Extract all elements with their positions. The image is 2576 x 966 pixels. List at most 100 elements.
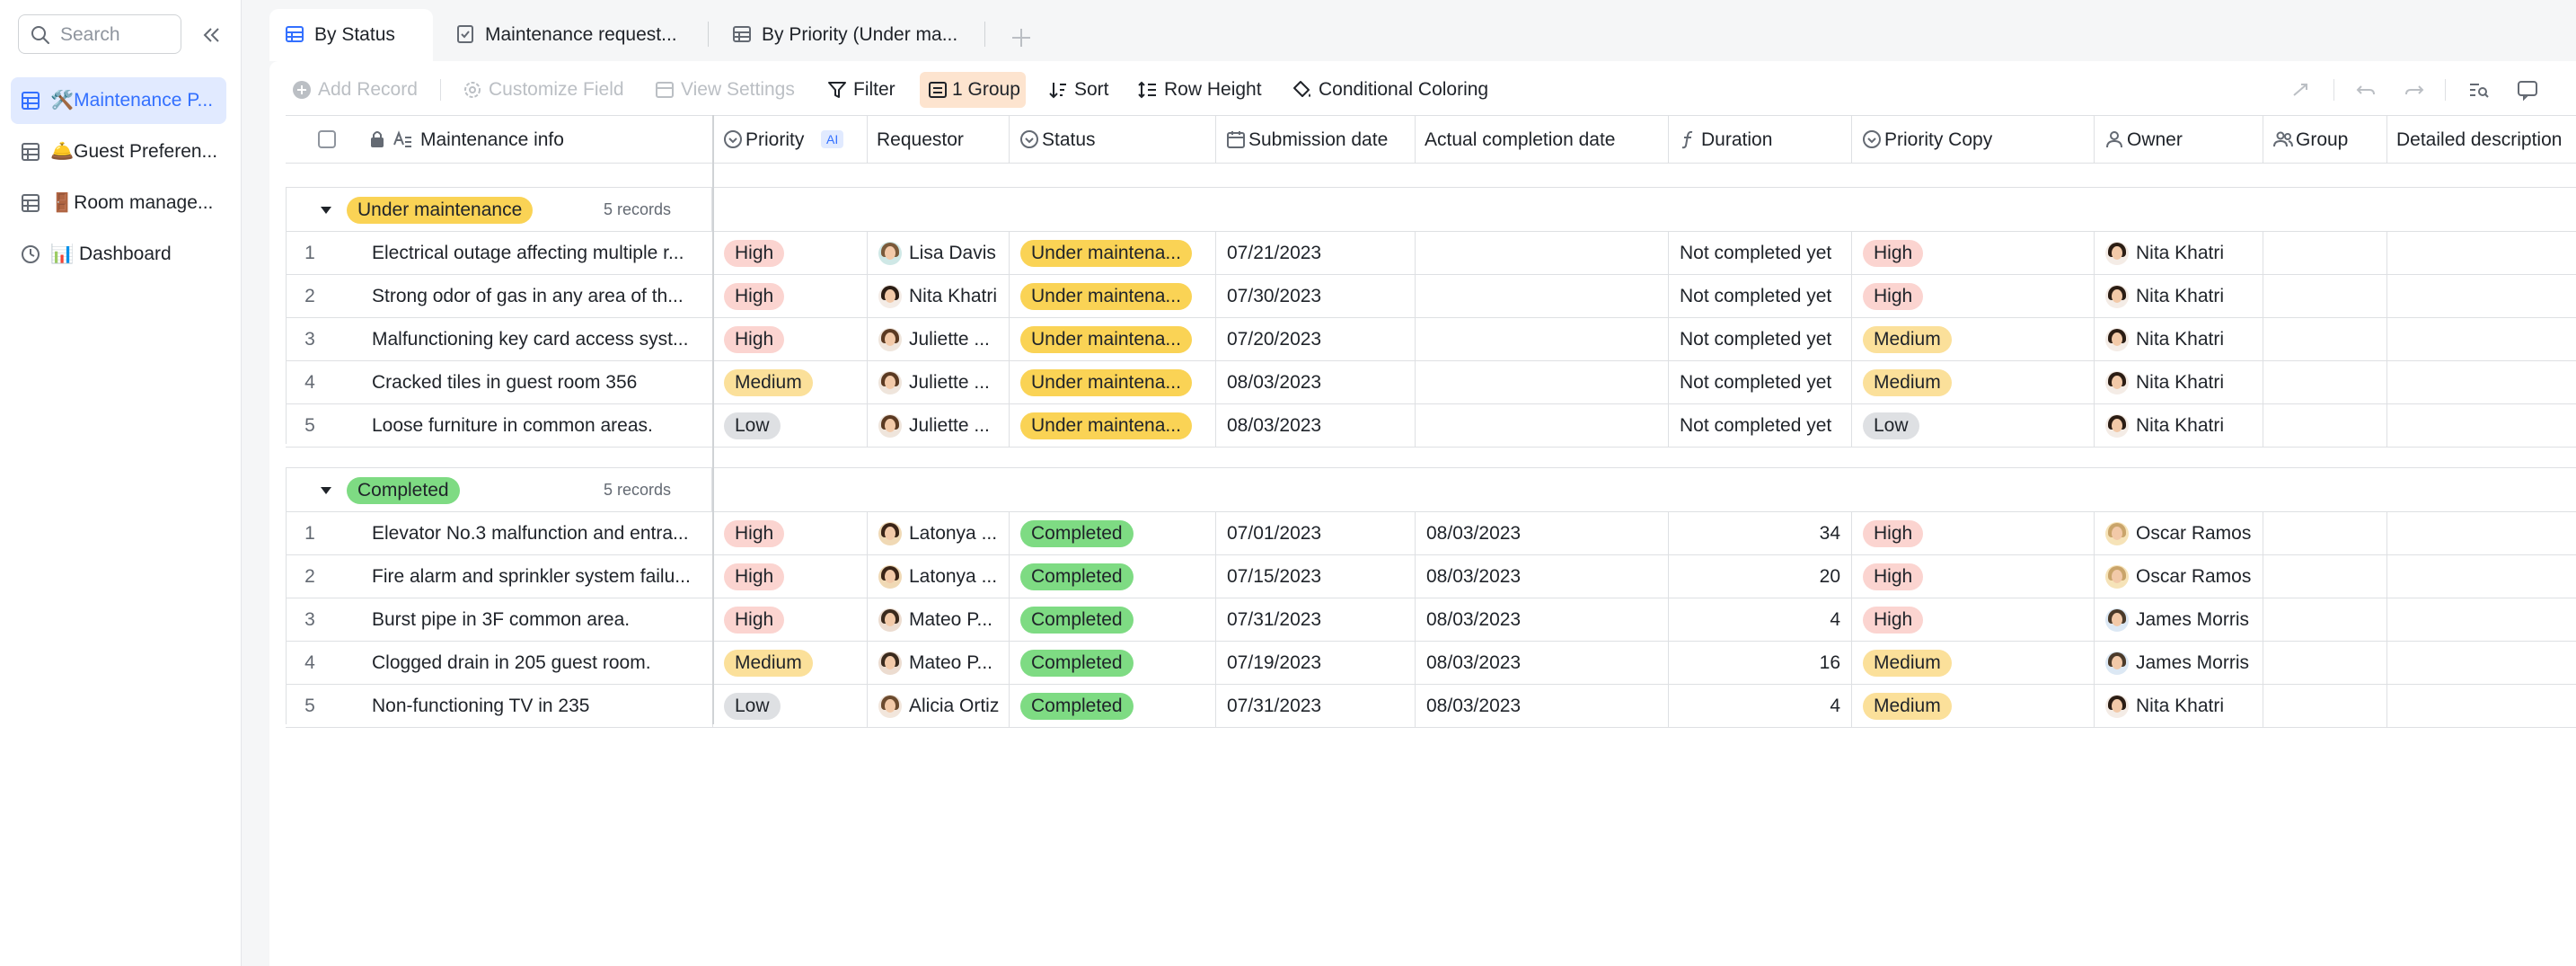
cell-status[interactable]: Under maintena... — [1010, 318, 1216, 360]
cell-info[interactable]: 5 Loose furniture in common areas. — [286, 404, 713, 447]
cell-group[interactable] — [2263, 232, 2387, 274]
cell-submission[interactable]: 07/31/2023 — [1216, 685, 1416, 727]
sidebar-item-guest-preferences[interactable]: 🛎️Guest Preferen... — [11, 129, 226, 175]
column-header-group[interactable]: Group — [2263, 116, 2387, 163]
cell-info[interactable]: 4 Cracked tiles in guest room 356 — [286, 361, 713, 403]
view-settings-button[interactable]: View Settings — [654, 72, 807, 108]
cell-requestor[interactable]: Mateo P... — [868, 642, 1010, 684]
cell-priority[interactable]: High — [713, 318, 868, 360]
cell-requestor[interactable]: Nita Khatri — [868, 275, 1010, 317]
cell-actual[interactable] — [1416, 361, 1669, 403]
add-record-button[interactable]: Add Record — [291, 72, 426, 108]
cell-detailed[interactable] — [2387, 232, 2576, 274]
cell-actual[interactable]: 08/03/2023 — [1416, 598, 1669, 641]
column-header-submission-date[interactable]: Submission date — [1216, 116, 1416, 163]
cell-priority-copy[interactable]: High — [1852, 512, 2095, 554]
column-header-duration[interactable]: Duration — [1669, 116, 1852, 163]
table-row[interactable]: 2 Strong odor of gas in any area of th...… — [286, 275, 2576, 318]
cell-actual[interactable] — [1416, 232, 1669, 274]
conditional-coloring-button[interactable]: Conditional Coloring — [1292, 72, 1498, 108]
cell-priority-copy[interactable]: High — [1852, 275, 2095, 317]
cell-group[interactable] — [2263, 642, 2387, 684]
cell-detailed[interactable] — [2387, 642, 2576, 684]
cell-actual[interactable]: 08/03/2023 — [1416, 512, 1669, 554]
cell-submission[interactable]: 07/15/2023 — [1216, 555, 1416, 598]
column-header-priority[interactable]: Priority AI — [713, 116, 868, 163]
share-icon[interactable] — [2289, 77, 2314, 102]
cell-detailed[interactable] — [2387, 555, 2576, 598]
sidebar-item-room-management[interactable]: 🚪Room manage... — [11, 180, 226, 226]
cell-status[interactable]: Under maintena... — [1010, 361, 1216, 403]
cell-owner[interactable]: Nita Khatri — [2095, 361, 2263, 403]
column-header-priority-copy[interactable]: Priority Copy — [1852, 116, 2095, 163]
cell-requestor[interactable]: Mateo P... — [868, 598, 1010, 641]
undo-icon[interactable] — [2353, 77, 2378, 102]
caret-down-icon[interactable] — [318, 202, 334, 218]
sidebar-item-dashboard[interactable]: 📊 Dashboard — [11, 231, 226, 278]
column-header-status[interactable]: Status — [1010, 116, 1216, 163]
cell-actual[interactable] — [1416, 404, 1669, 447]
cell-requestor[interactable]: Juliette ... — [868, 404, 1010, 447]
redo-icon[interactable] — [2402, 77, 2427, 102]
search-records-icon[interactable] — [2466, 77, 2492, 102]
cell-owner[interactable]: Oscar Ramos — [2095, 512, 2263, 554]
table-row[interactable]: 4 Clogged drain in 205 guest room. Medium M… — [286, 642, 2576, 685]
cell-priority-copy[interactable]: Medium — [1852, 642, 2095, 684]
cell-detailed[interactable] — [2387, 318, 2576, 360]
cell-info[interactable]: 2 Strong odor of gas in any area of th... — [286, 275, 713, 317]
cell-priority[interactable]: Low — [713, 685, 868, 727]
column-header-detailed-description[interactable]: Detailed description — [2387, 116, 2576, 163]
cell-priority[interactable]: High — [713, 275, 868, 317]
cell-detailed[interactable] — [2387, 512, 2576, 554]
cell-detailed[interactable] — [2387, 404, 2576, 447]
cell-priority[interactable]: High — [713, 598, 868, 641]
cell-group[interactable] — [2263, 404, 2387, 447]
cell-status[interactable]: Under maintena... — [1010, 275, 1216, 317]
cell-info[interactable]: 3 Malfunctioning key card access syst... — [286, 318, 713, 360]
group-header-under-maintenance[interactable]: Under maintenance 5 records — [286, 187, 2576, 232]
cell-owner[interactable]: Nita Khatri — [2095, 685, 2263, 727]
cell-info[interactable]: 3 Burst pipe in 3F common area. — [286, 598, 713, 641]
cell-duration[interactable]: 16 — [1669, 642, 1852, 684]
cell-info[interactable]: 1 Electrical outage affecting multiple r.… — [286, 232, 713, 274]
cell-owner[interactable]: James Morris — [2095, 598, 2263, 641]
cell-priority-copy[interactable]: Medium — [1852, 685, 2095, 727]
cell-submission[interactable]: 07/21/2023 — [1216, 232, 1416, 274]
column-header-requestor[interactable]: Requestor — [868, 116, 1010, 163]
tab-by-priority[interactable]: By Priority (Under ma... — [717, 9, 986, 61]
cell-owner[interactable]: Nita Khatri — [2095, 232, 2263, 274]
row-height-button[interactable]: Row Height — [1137, 72, 1270, 108]
cell-submission[interactable]: 07/19/2023 — [1216, 642, 1416, 684]
cell-priority[interactable]: High — [713, 232, 868, 274]
cell-info[interactable]: 4 Clogged drain in 205 guest room. — [286, 642, 713, 684]
cell-status[interactable]: Completed — [1010, 512, 1216, 554]
cell-detailed[interactable] — [2387, 685, 2576, 727]
cell-duration[interactable]: 20 — [1669, 555, 1852, 598]
cell-owner[interactable]: Oscar Ramos — [2095, 555, 2263, 598]
cell-priority-copy[interactable]: Medium — [1852, 361, 2095, 403]
cell-owner[interactable]: Nita Khatri — [2095, 318, 2263, 360]
add-view-icon[interactable] — [1005, 22, 1037, 54]
cell-owner[interactable]: James Morris — [2095, 642, 2263, 684]
cell-status[interactable]: Completed — [1010, 685, 1216, 727]
cell-requestor[interactable]: Alicia Ortiz — [868, 685, 1010, 727]
cell-info[interactable]: 2 Fire alarm and sprinkler system failu..… — [286, 555, 713, 598]
cell-priority-copy[interactable]: High — [1852, 232, 2095, 274]
filter-button[interactable]: Filter — [826, 72, 900, 108]
cell-status[interactable]: Under maintena... — [1010, 404, 1216, 447]
collapse-sidebar-icon[interactable] — [198, 22, 225, 49]
cell-priority[interactable]: Low — [713, 404, 868, 447]
cell-priority-copy[interactable]: High — [1852, 555, 2095, 598]
cell-requestor[interactable]: Latonya ... — [868, 512, 1010, 554]
cell-priority-copy[interactable]: High — [1852, 598, 2095, 641]
cell-group[interactable] — [2263, 555, 2387, 598]
column-header-maintenance-info[interactable]: Maintenance info — [286, 116, 713, 163]
cell-submission[interactable]: 07/01/2023 — [1216, 512, 1416, 554]
table-row[interactable]: 3 Burst pipe in 3F common area. High Mateo … — [286, 598, 2576, 642]
cell-status[interactable]: Completed — [1010, 598, 1216, 641]
group-header-completed[interactable]: Completed 5 records — [286, 467, 2576, 512]
cell-priority[interactable]: High — [713, 555, 868, 598]
cell-duration[interactable]: Not completed yet — [1669, 275, 1852, 317]
cell-submission[interactable]: 07/20/2023 — [1216, 318, 1416, 360]
cell-priority-copy[interactable]: Medium — [1852, 318, 2095, 360]
